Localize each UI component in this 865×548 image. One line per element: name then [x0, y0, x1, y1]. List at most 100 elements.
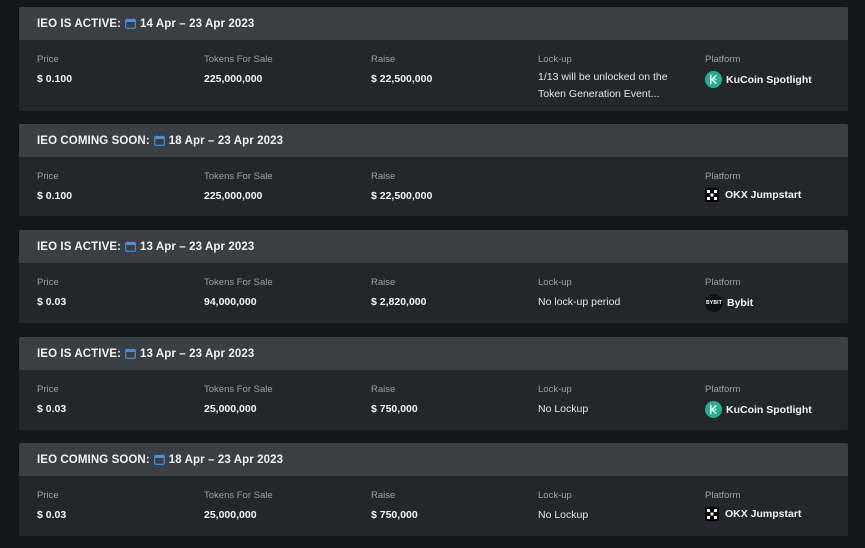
price-field: Price $ 0.03	[37, 490, 66, 521]
lockup-label: Lock-up	[538, 384, 572, 395]
price-value: $ 0.100	[37, 73, 73, 85]
tokens-field: Tokens For Sale 25,000,000	[204, 490, 273, 521]
kucoin-logo-icon	[705, 401, 722, 418]
price-field: Price $ 0.100	[37, 171, 72, 202]
price-field: Price $ 0.03	[37, 384, 66, 415]
price-label: Price	[37, 277, 59, 288]
calendar-icon	[153, 454, 165, 465]
card-header: IEO IS ACTIVE: 14 Apr – 23 Apr 2023	[19, 7, 848, 40]
platform-label: Platform	[705, 384, 741, 395]
tokens-value: 225,000,000	[204, 73, 263, 85]
platform-label: Platform	[705, 54, 741, 65]
lockup-line: Token Generation Event...	[538, 88, 660, 100]
ieo-status: IEO COMING SOON:	[37, 453, 150, 466]
card-body: Price $ 0.03 Tokens For Sale 94,000,000 …	[19, 263, 848, 323]
tokens-value: 25,000,000	[204, 403, 257, 415]
platform-label: Platform	[705, 171, 741, 182]
ieo-dates: 18 Apr – 23 Apr 2023	[168, 134, 284, 147]
platform-link[interactable]: BYBIT Bybit	[705, 294, 753, 312]
raise-field: Raise $ 2,820,000	[371, 277, 426, 308]
raise-value: $ 22,500,000	[371, 73, 433, 85]
ieo-card[interactable]: IEO COMING SOON: 18 Apr – 23 Apr 2023 Pr…	[19, 443, 848, 536]
tokens-label: Tokens For Sale	[204, 171, 273, 182]
tokens-field: Tokens For Sale 94,000,000	[204, 277, 273, 308]
raise-label: Raise	[371, 171, 396, 182]
price-field: Price $ 0.100	[37, 54, 72, 85]
lockup-field: Lock-up 1/13 will be unlocked on the Tok…	[538, 54, 668, 103]
tokens-value: 25,000,000	[204, 509, 257, 521]
card-header: IEO IS ACTIVE: 13 Apr – 23 Apr 2023	[19, 337, 848, 370]
lockup-value: No Lockup	[538, 509, 589, 521]
platform-name: Bybit	[727, 297, 754, 309]
raise-field: Raise $ 750,000	[371, 490, 418, 521]
tokens-label: Tokens For Sale	[204, 490, 273, 501]
tokens-value: 225,000,000	[204, 190, 263, 202]
platform-link[interactable]: OKX Jumpstart	[705, 507, 801, 521]
tokens-label: Tokens For Sale	[204, 54, 273, 65]
okx-logo-icon	[705, 188, 719, 202]
ieo-card[interactable]: IEO IS ACTIVE: 13 Apr – 23 Apr 2023 Pric…	[19, 230, 848, 323]
raise-field: Raise $ 22,500,000	[371, 171, 432, 202]
ieo-card[interactable]: IEO IS ACTIVE: 14 Apr – 23 Apr 2023 Pric…	[19, 7, 848, 111]
calendar-icon	[125, 241, 136, 252]
ieo-dates: 14 Apr – 23 Apr 2023	[140, 17, 255, 30]
card-header: IEO COMING SOON: 18 Apr – 23 Apr 2023	[19, 443, 848, 476]
raise-label: Raise	[371, 490, 396, 501]
price-field: Price $ 0.03	[37, 277, 66, 308]
raise-value: $ 750,000	[371, 509, 418, 521]
raise-value: $ 750,000	[371, 403, 418, 415]
platform-link[interactable]: KuCoin Spotlight	[705, 71, 812, 88]
card-body: Price $ 0.100 Tokens For Sale 225,000,00…	[19, 40, 848, 111]
calendar-icon	[153, 135, 165, 146]
raise-field: Raise $ 750,000	[371, 384, 418, 415]
tokens-field: Tokens For Sale 225,000,000	[204, 54, 273, 85]
price-value: $ 0.03	[37, 296, 67, 308]
platform-link[interactable]: OKX Jumpstart	[705, 188, 801, 202]
platform-name: OKX Jumpstart	[725, 189, 802, 201]
tokens-label: Tokens For Sale	[204, 384, 273, 395]
platform-field: Platform KuCoin Spotlight	[705, 384, 812, 418]
card-body: Price $ 0.03 Tokens For Sale 25,000,000 …	[19, 476, 848, 536]
ieo-status: IEO COMING SOON:	[37, 134, 150, 147]
platform-name: KuCoin Spotlight	[726, 73, 812, 86]
ieo-card[interactable]: IEO IS ACTIVE: 13 Apr – 23 Apr 2023 Pric…	[19, 337, 848, 430]
price-value: $ 0.100	[37, 190, 73, 202]
price-value: $ 0.03	[37, 509, 67, 521]
platform-field: Platform BYBIT Bybit	[705, 277, 753, 312]
ieo-status: IEO IS ACTIVE:	[37, 240, 122, 253]
platform-link[interactable]: KuCoin Spotlight	[705, 401, 812, 418]
ieo-dates: 13 Apr – 23 Apr 2023	[140, 347, 255, 360]
price-label: Price	[37, 384, 59, 395]
ieo-dates: 13 Apr – 23 Apr 2023	[140, 240, 255, 253]
bybit-logo-icon: BYBIT	[705, 294, 723, 312]
tokens-field: Tokens For Sale 225,000,000	[204, 171, 273, 202]
ieo-list: IEO IS ACTIVE: 14 Apr – 23 Apr 2023 Pric…	[0, 0, 865, 548]
platform-field: Platform OKX Jumpstart	[705, 490, 801, 521]
lockup-label: Lock-up	[538, 54, 572, 65]
tokens-label: Tokens For Sale	[204, 277, 273, 288]
lockup-label: Lock-up	[538, 490, 572, 501]
calendar-icon	[125, 348, 136, 359]
lockup-field: Lock-up No Lockup	[538, 384, 588, 415]
ieo-status: IEO IS ACTIVE:	[37, 347, 122, 360]
lockup-value: 1/13 will be unlocked on the Token Gener…	[538, 69, 668, 103]
platform-name: OKX Jumpstart	[725, 508, 802, 520]
lockup-field: Lock-up No Lockup	[538, 490, 588, 521]
price-label: Price	[37, 171, 59, 182]
lockup-value: No lock-up period	[538, 296, 621, 308]
price-label: Price	[37, 54, 59, 65]
price-value: $ 0.03	[37, 403, 67, 415]
card-body: Price $ 0.03 Tokens For Sale 25,000,000 …	[19, 370, 848, 430]
lockup-line: 1/13 will be unlocked on the	[538, 71, 668, 83]
lockup-field: Lock-up No lock-up period	[538, 277, 620, 308]
card-body: Price $ 0.100 Tokens For Sale 225,000,00…	[19, 157, 848, 216]
ieo-card[interactable]: IEO COMING SOON: 18 Apr – 23 Apr 2023 Pr…	[19, 124, 848, 216]
raise-value: $ 2,820,000	[371, 296, 427, 308]
platform-field: Platform KuCoin Spotlight	[705, 54, 812, 88]
price-label: Price	[37, 490, 59, 501]
kucoin-logo-icon	[705, 71, 722, 88]
platform-label: Platform	[705, 277, 741, 288]
tokens-value: 94,000,000	[204, 296, 257, 308]
raise-value: $ 22,500,000	[371, 190, 433, 202]
okx-logo-icon	[705, 507, 719, 521]
